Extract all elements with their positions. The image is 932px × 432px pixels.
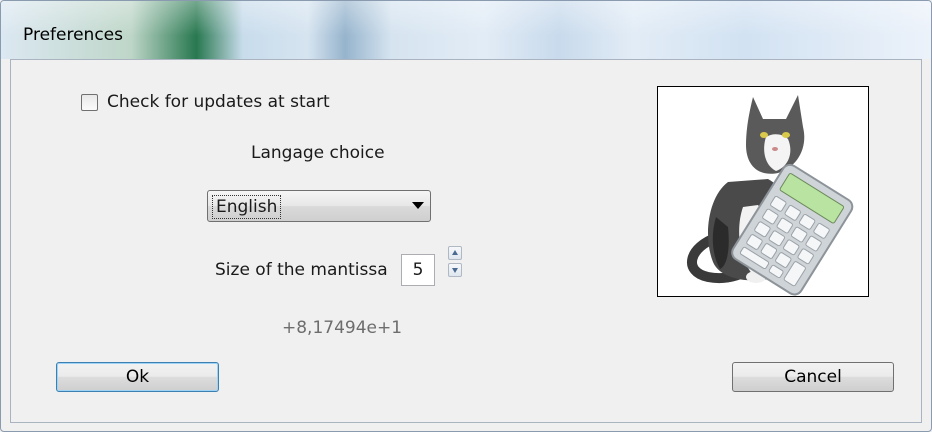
language-label: Langage choice [251, 143, 385, 163]
mantissa-label: Size of the mantissa [215, 260, 388, 280]
number-preview: +8,17494e+1 [282, 318, 403, 338]
spin-up-arrow-icon[interactable] [448, 246, 462, 260]
ok-button[interactable]: Ok [56, 362, 219, 392]
cat-with-calculator-icon [687, 95, 854, 296]
check-updates-checkbox[interactable] [81, 93, 98, 111]
mantissa-spinner [448, 246, 464, 280]
chevron-down-icon[interactable] [412, 202, 424, 209]
window-title: Preferences [23, 25, 123, 45]
check-updates-option[interactable]: Check for updates at start [81, 92, 330, 112]
check-updates-label: Check for updates at start [107, 92, 330, 112]
cat-calculator-image [657, 86, 869, 297]
language-selected-value: English [212, 195, 282, 219]
cancel-button[interactable]: Cancel [732, 362, 894, 392]
mantissa-input[interactable]: 5 [401, 254, 435, 286]
title-bar[interactable]: Preferences [1, 1, 931, 59]
language-select[interactable]: English [207, 190, 431, 222]
preferences-dialog: Preferences Check for updates at start L… [0, 0, 932, 432]
spin-down-arrow-icon[interactable] [448, 263, 462, 277]
